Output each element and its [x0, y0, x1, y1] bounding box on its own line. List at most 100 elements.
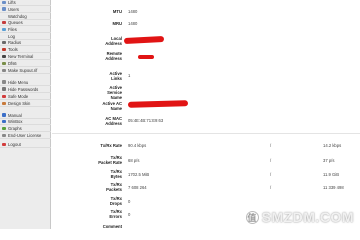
mtu-label: MTU — [112, 9, 122, 14]
supout-icon — [2, 68, 6, 73]
tx-rate-value: 90.4 kbps — [128, 143, 147, 148]
logout-icon — [2, 142, 6, 147]
active-service-name-label: Active Service Name — [107, 85, 122, 100]
tx-rx-bytes-label: Tx/Rx Bytes — [110, 169, 122, 179]
sidebar-item-label: Dfs6 — [8, 61, 17, 67]
interface-details-panel: MTU 1480 MRU 1480 Local Address Remote A… — [52, 0, 360, 229]
rx-packets-value: 11 339 498 — [323, 185, 344, 190]
terminal-icon — [2, 54, 6, 59]
sidebar-item-label: Hide Passwords — [8, 86, 39, 92]
watermark-text: SMZDM.COM — [261, 209, 354, 225]
sidebar-item-hide-menu[interactable]: Hide Menu — [0, 80, 51, 86]
tx-rx-drops-label: Tx/Rx Drops — [109, 196, 122, 206]
tx-rx-errors-label: Tx/Rx Errors — [109, 209, 122, 219]
tx-rx-packet-rate-label: Tx/Rx Packet Rate — [98, 155, 122, 165]
skin-icon — [2, 101, 6, 106]
tx-rx-packets-label: Tx/Rx Packets — [106, 182, 122, 192]
sidebar-item-label: Users — [8, 6, 19, 12]
sidebar-item-winbox[interactable]: WinBox — [0, 119, 51, 126]
comment-label: Comment — [102, 224, 122, 229]
active-ac-name-redaction — [127, 100, 189, 108]
sidebar-item-label: Safe Mode — [8, 94, 29, 100]
local-address-label: Local Address — [105, 36, 122, 46]
users-icon — [2, 7, 6, 11]
bytes-separator: / — [270, 172, 272, 177]
sidebar-item-safe-mode[interactable]: Safe Mode — [0, 94, 51, 101]
ac-mac-address-value: 05:4E:4B:71:E9:63 — [128, 118, 164, 123]
watermark: 值 SMZDM.COM — [245, 209, 354, 225]
sidebar: Lifts Users Watchdog Queues Files Log Radius To… — [0, 0, 51, 229]
tx-packets-value: 7 608 264 — [128, 185, 147, 190]
sidebar-item-label: Lifts — [8, 0, 16, 6]
rx-rate-value: 14.2 kbps — [323, 143, 342, 148]
sidebar-item-radius[interactable]: Radius — [0, 40, 51, 47]
remote-address-redaction — [138, 55, 154, 59]
list-icon — [2, 0, 6, 5]
sidebar-item-new-terminal[interactable]: New Terminal — [0, 54, 51, 61]
ac-mac-address-label: AC MAC Address — [105, 116, 122, 126]
sidebar-item-users[interactable]: Users — [0, 7, 51, 13]
active-links-value: 1 — [128, 73, 131, 78]
rx-bytes-value: 11.9 GiB — [323, 172, 339, 177]
queue-icon — [2, 20, 6, 25]
sidebar-item-label: Design Skin — [8, 101, 31, 107]
sidebar-item-label: Manual — [8, 112, 22, 118]
sidebar-item-label: End-User License — [8, 133, 42, 139]
sidebar-item-design-skin[interactable]: Design Skin — [0, 101, 51, 108]
sidebar-item-label: Make Supout.rif — [8, 68, 38, 74]
mru-label: MRU — [112, 21, 122, 26]
tx-drops-value: 0 — [128, 199, 131, 204]
rx-packet-rate-value: 37 p/s — [323, 158, 335, 163]
menu-icon — [2, 80, 6, 84]
packets-separator: / — [270, 185, 272, 190]
sidebar-item-label: Logout — [8, 142, 21, 148]
sidebar-item-label: Graphs — [8, 126, 22, 132]
sidebar-item-dfs6[interactable]: Dfs6 — [0, 61, 51, 68]
sidebar-item-label: Hide Menu — [8, 79, 29, 85]
manual-icon — [2, 113, 6, 117]
tools-icon — [2, 47, 6, 52]
sidebar-item-end-user-license[interactable]: End-User License — [0, 133, 51, 140]
rate-separator: / — [270, 143, 272, 148]
sidebar-item-label: Queues — [8, 20, 23, 26]
local-address-redaction — [123, 35, 165, 45]
section-divider — [52, 133, 360, 134]
remote-address-label: Remote Address — [105, 51, 122, 61]
radius-icon — [2, 40, 6, 45]
sidebar-item-label: WinBox — [8, 119, 23, 125]
sidebar-item-label: Watchdog — [8, 13, 27, 19]
graphs-icon — [2, 126, 6, 131]
sidebar-item-tools[interactable]: Tools — [0, 47, 51, 54]
tx-bytes-value: 1702.5 MiB — [128, 172, 150, 177]
sidebar-item-files[interactable]: Files — [0, 27, 51, 34]
sidebar-item-graphs[interactable]: Graphs — [0, 126, 51, 133]
active-links-label: Active Links — [109, 71, 122, 81]
tx-packet-rate-value: 68 p/s — [128, 158, 140, 163]
sidebar-item-lifts[interactable]: Lifts — [0, 0, 51, 7]
sidebar-item-label: Log — [8, 33, 15, 39]
winbox-icon — [2, 119, 6, 124]
sidebar-item-label: New Terminal — [8, 54, 34, 60]
tx-rx-rate-label: Tx/Rx Rate — [100, 143, 122, 148]
mru-value: 1480 — [128, 21, 138, 26]
mtu-value: 1480 — [128, 9, 138, 14]
packet-rate-separator: / — [270, 158, 272, 163]
license-icon — [2, 133, 6, 138]
files-icon — [2, 27, 6, 32]
sidebar-item-manual[interactable]: Manual — [0, 113, 51, 119]
sidebar-item-watchdog[interactable]: Watchdog — [0, 14, 51, 20]
tx-errors-value: 0 — [128, 212, 131, 217]
watermark-badge-icon: 值 — [245, 210, 259, 224]
sidebar-item-hide-passwords[interactable]: Hide Passwords — [0, 87, 51, 93]
active-ac-name-label: Active AC Name — [102, 101, 122, 111]
sidebar-item-label: Radius — [8, 40, 22, 46]
sidebar-item-make-supout-rif[interactable]: Make Supout.rif — [0, 68, 51, 75]
safe-mode-icon — [2, 94, 6, 99]
sidebar-item-logout[interactable]: Logout — [0, 142, 51, 149]
dfs-icon — [2, 61, 6, 66]
sidebar-item-label: Files — [8, 27, 17, 33]
lock-icon — [2, 87, 6, 91]
sidebar-item-label: Tools — [8, 47, 18, 53]
sidebar-item-log[interactable]: Log — [0, 34, 51, 40]
sidebar-item-queues[interactable]: Queues — [0, 20, 51, 27]
